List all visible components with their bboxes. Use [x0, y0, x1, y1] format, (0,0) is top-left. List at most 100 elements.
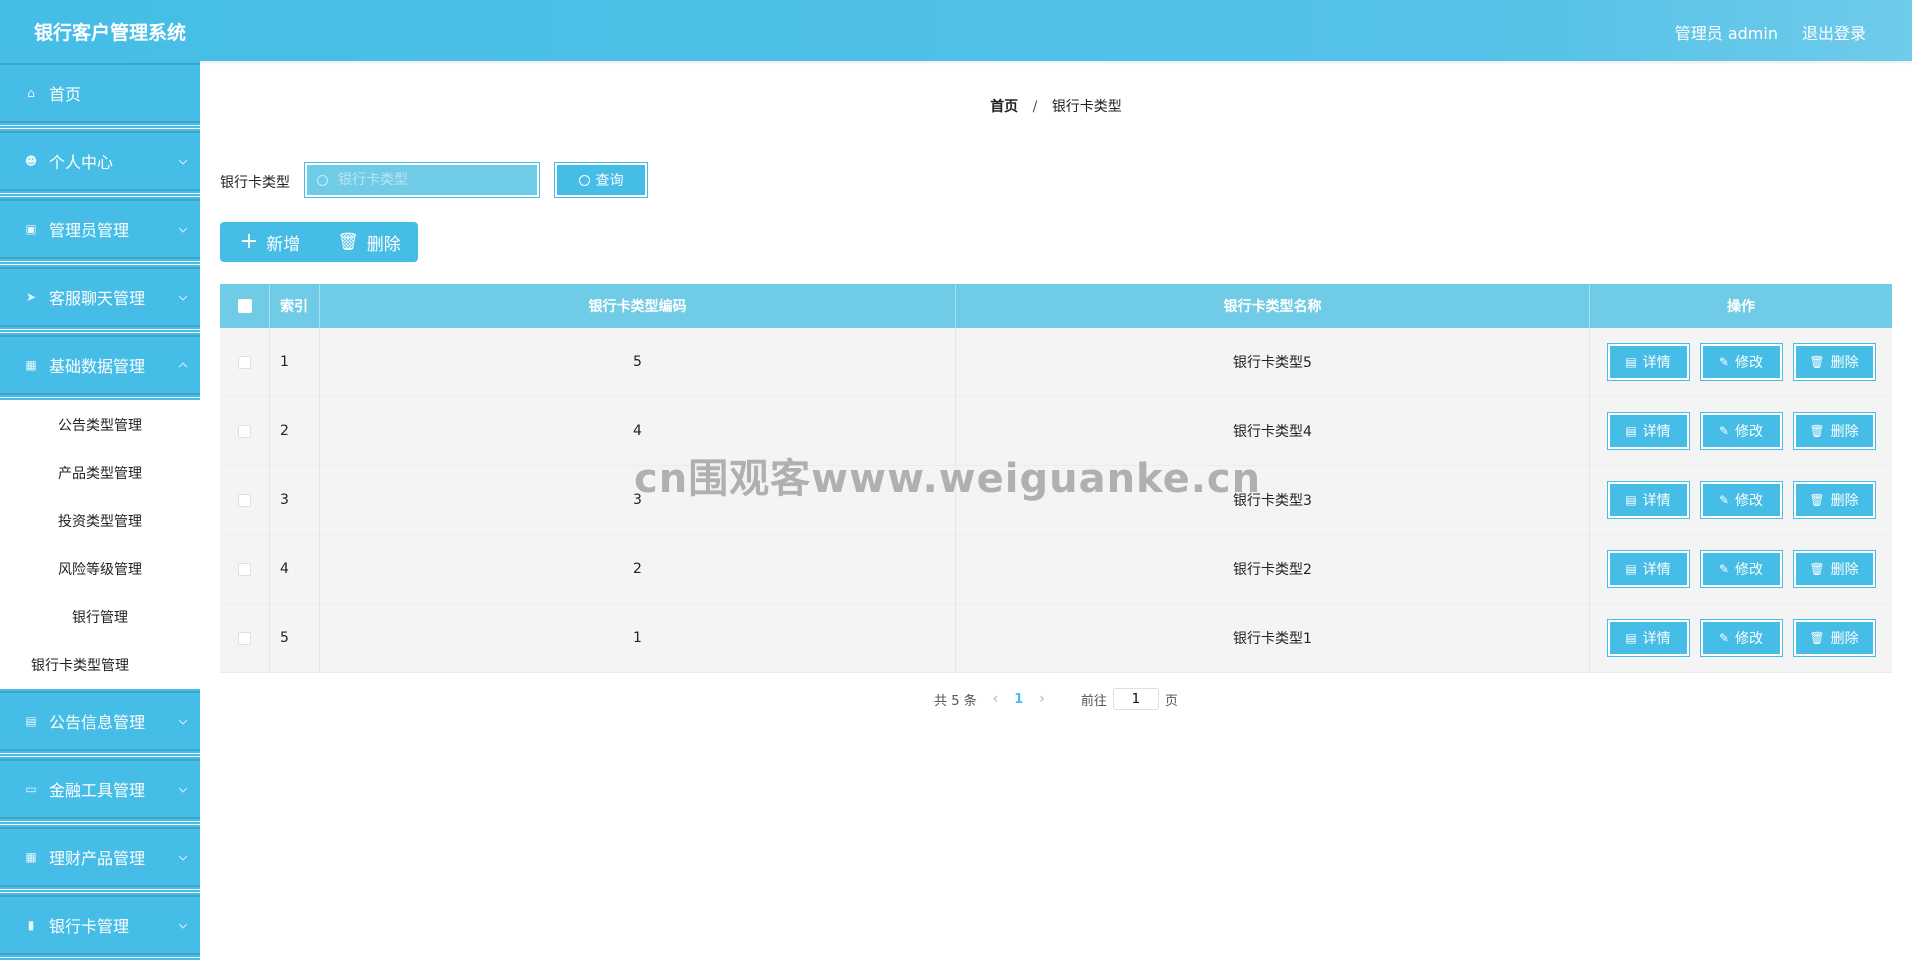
delete-button[interactable]: 🗑 删除: [1792, 481, 1876, 519]
edit-button[interactable]: ✎ 修改: [1699, 412, 1783, 450]
delete-button[interactable]: 🗑 删除: [1792, 343, 1876, 381]
edit-button[interactable]: ✎ 修改: [1699, 343, 1783, 381]
cell-code: 2: [320, 535, 956, 603]
logout-link[interactable]: 退出登录: [1802, 20, 1866, 44]
sidebar-item-wealth-products[interactable]: ▦ 理财产品管理: [0, 825, 200, 893]
goto-page-input[interactable]: [1112, 688, 1159, 710]
sidebar-item-chat-management[interactable]: ➤ 客服聊天管理: [0, 265, 200, 333]
pencil-icon: ✎: [1718, 631, 1730, 645]
sidebar-item-personal-center[interactable]: ☻ 个人中心: [0, 129, 200, 197]
cell-name: 银行卡类型2: [956, 535, 1590, 603]
search-icon: [317, 174, 328, 186]
search-icon: [578, 174, 590, 186]
prev-page-icon[interactable]: ‹: [993, 691, 999, 707]
table-header: 索引 银行卡类型编码 银行卡类型名称 操作: [220, 284, 1892, 328]
detail-button[interactable]: ▤ 详情: [1606, 343, 1690, 381]
chart-icon: ▣: [25, 222, 37, 236]
trash-icon: 🗑: [1809, 493, 1825, 507]
table-row: 4 2 银行卡类型2 ▤ 详情 ✎ 修改 🗑 删除: [220, 535, 1892, 604]
cell-name: 银行卡类型4: [956, 397, 1590, 465]
row-checkbox[interactable]: [238, 355, 251, 369]
chevron-down-icon: [178, 784, 188, 793]
detail-button[interactable]: ▤ 详情: [1606, 481, 1690, 519]
edit-button[interactable]: ✎ 修改: [1699, 619, 1783, 657]
add-button-label: 新增: [266, 234, 301, 255]
goto-label: 前往: [1080, 693, 1107, 709]
current-user-label[interactable]: 管理员 admin: [1675, 20, 1778, 44]
batch-delete-button[interactable]: 🗑 删除: [320, 222, 418, 262]
sidebar-item-notice-info[interactable]: ▤ 公告信息管理: [0, 689, 200, 757]
detail-button-label: 详情: [1642, 355, 1671, 371]
delete-button-label: 删除: [366, 234, 401, 255]
pencil-icon: ✎: [1718, 562, 1730, 576]
add-button[interactable]: + 新增: [220, 222, 320, 262]
submenu-investment-type[interactable]: 投资类型管理: [0, 497, 200, 545]
query-button[interactable]: 查询: [554, 162, 648, 198]
trash-icon: 🗑: [1809, 355, 1825, 369]
chevron-down-icon: [178, 920, 188, 929]
delete-button[interactable]: 🗑 删除: [1792, 619, 1876, 657]
app-title: 银行客户管理系统: [34, 22, 187, 44]
row-checkbox[interactable]: [238, 493, 251, 507]
search-box: [304, 162, 540, 198]
cell-name: 银行卡类型5: [956, 328, 1590, 396]
detail-button[interactable]: ▤ 详情: [1606, 619, 1690, 657]
submenu-notice-type[interactable]: 公告类型管理: [0, 401, 200, 449]
chevron-down-icon: [178, 716, 188, 725]
breadcrumb-home[interactable]: 首页: [990, 99, 1018, 115]
header-ops: 操作: [1727, 299, 1755, 315]
detail-button[interactable]: ▤ 详情: [1606, 550, 1690, 588]
edit-button[interactable]: ✎ 修改: [1699, 550, 1783, 588]
trash-icon: 🗑: [1809, 631, 1825, 645]
cell-index: 5: [270, 604, 320, 672]
grid-icon: ▦: [25, 850, 37, 864]
basic-data-submenu: 公告类型管理 产品类型管理 投资类型管理 风险等级管理 银行管理 银行卡类型管理: [0, 401, 200, 689]
chevron-down-icon: [178, 156, 188, 165]
edit-button[interactable]: ✎ 修改: [1699, 481, 1783, 519]
delete-button[interactable]: 🗑 删除: [1792, 412, 1876, 450]
next-page-icon[interactable]: ›: [1039, 691, 1045, 707]
sidebar-item-home[interactable]: ⌂ 首页: [0, 61, 200, 129]
data-table: 索引 银行卡类型编码 银行卡类型名称 操作 1 5 银行卡类型5 ▤ 详情 ✎ 修改 🗑 删除 2…: [220, 284, 1892, 673]
detail-button-label: 详情: [1642, 631, 1671, 647]
trash-icon: 🗑: [1809, 562, 1825, 576]
total-count: 共 5 条: [934, 693, 977, 709]
cell-code: 5: [320, 328, 956, 396]
sidebar-item-financial-tools[interactable]: ▭ 金融工具管理: [0, 757, 200, 825]
page-unit-label: 页: [1164, 693, 1178, 709]
sidebar-item-basic-data[interactable]: ▦ 基础数据管理: [0, 333, 200, 401]
delete-button-label: 删除: [1830, 355, 1859, 371]
breadcrumb: 首页 / 银行卡类型: [200, 96, 1912, 116]
row-checkbox[interactable]: [238, 562, 251, 576]
detail-button[interactable]: ▤ 详情: [1606, 412, 1690, 450]
delete-button-label: 删除: [1830, 493, 1859, 509]
sidebar-item-bank-card[interactable]: ▮ 银行卡管理: [0, 893, 200, 961]
chevron-down-icon: [178, 292, 188, 301]
sidebar-item-label: 银行卡管理: [49, 917, 130, 936]
header-name: 银行卡类型名称: [956, 284, 1590, 328]
table-row: 3 3 银行卡类型3 ▤ 详情 ✎ 修改 🗑 删除: [220, 466, 1892, 535]
submenu-bank[interactable]: 银行管理: [0, 593, 200, 641]
ticket-icon: ▮: [27, 918, 35, 932]
table-row: 2 4 银行卡类型4 ▤ 详情 ✎ 修改 🗑 删除: [220, 397, 1892, 466]
page-number[interactable]: 1: [1014, 692, 1023, 707]
send-icon: ➤: [25, 290, 37, 304]
sidebar-item-admin-management[interactable]: ▣ 管理员管理: [0, 197, 200, 265]
delete-button-label: 删除: [1830, 562, 1859, 578]
row-checkbox[interactable]: [238, 631, 251, 645]
pagination: 共 5 条 ‹ 1 › 前往 页: [200, 688, 1912, 710]
plus-icon: +: [239, 229, 259, 254]
submenu-bank-card-type[interactable]: 银行卡类型管理: [0, 641, 200, 689]
submenu-risk-level[interactable]: 风险等级管理: [0, 545, 200, 593]
select-all-checkbox[interactable]: [237, 299, 252, 313]
edit-button-label: 修改: [1735, 424, 1764, 440]
row-checkbox[interactable]: [238, 424, 251, 438]
search-input[interactable]: [338, 172, 518, 188]
document-icon: ▤: [1625, 355, 1637, 369]
cell-code: 1: [320, 604, 956, 672]
edit-button-label: 修改: [1735, 631, 1764, 647]
delete-button[interactable]: 🗑 删除: [1792, 550, 1876, 588]
detail-button-label: 详情: [1642, 424, 1671, 440]
submenu-product-type[interactable]: 产品类型管理: [0, 449, 200, 497]
home-icon: ⌂: [27, 86, 35, 100]
